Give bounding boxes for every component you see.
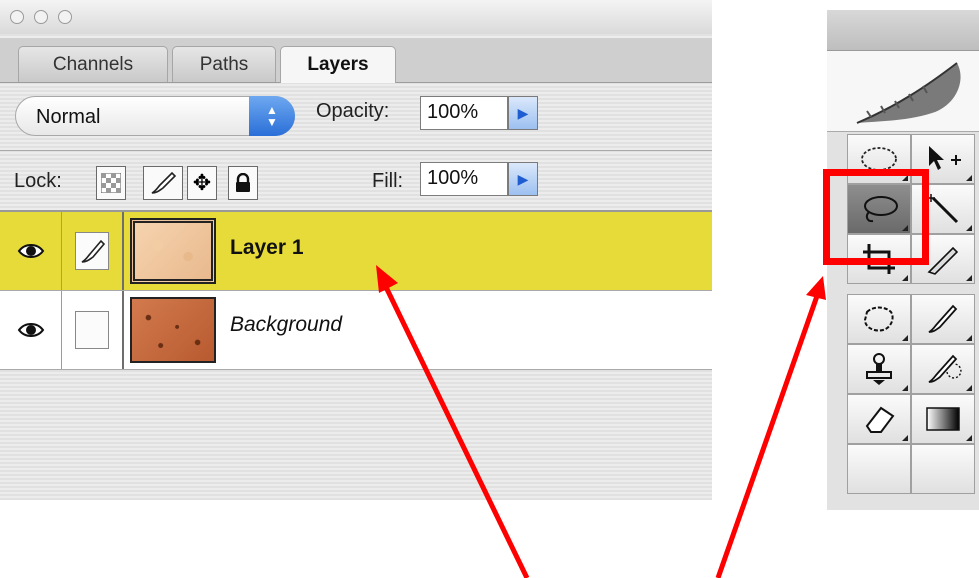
opacity-label: Opacity: <box>316 100 390 122</box>
tab-paths[interactable]: Paths <box>172 46 276 82</box>
move-tool-button[interactable] <box>911 134 975 184</box>
lock-transparent-pixels-button[interactable] <box>96 166 126 200</box>
move-arrow-icon <box>929 146 961 170</box>
toolbox <box>827 10 979 510</box>
layer-visibility-toggle[interactable] <box>0 212 62 290</box>
play-arrow-icon: ▶ <box>517 170 529 187</box>
eye-icon <box>17 323 44 337</box>
magic-wand-tool-button[interactable] <box>911 184 975 234</box>
layer-link-box[interactable] <box>62 291 124 369</box>
toolbox-titlebar <box>827 10 979 51</box>
history-brush-tool-button[interactable] <box>911 344 975 394</box>
gradient-tool-button[interactable] <box>911 394 975 444</box>
divider <box>0 150 712 151</box>
lock-position-button[interactable]: ✥ <box>187 166 217 200</box>
eraser-icon <box>865 406 895 433</box>
clone-stamp-tool-button[interactable] <box>847 344 911 394</box>
divider <box>0 369 712 370</box>
tab-layers[interactable]: Layers <box>280 46 396 83</box>
arrow-head <box>806 276 826 300</box>
padlock-icon <box>236 173 250 192</box>
arrow-to-lasso-tool <box>715 295 820 578</box>
fill-label: Fill: <box>372 170 404 192</box>
slice-knife-icon <box>927 246 959 275</box>
tab-channels[interactable]: Channels <box>18 46 168 82</box>
move-cross-icon: ✥ <box>192 170 212 195</box>
brush-icon <box>151 171 177 194</box>
palette-titlebar <box>0 0 712 34</box>
brush-icon <box>81 239 106 263</box>
layer-thumbnail <box>130 297 216 363</box>
brush-icon <box>928 304 958 333</box>
lasso-icon <box>864 196 898 223</box>
feather-icon <box>856 62 961 124</box>
slice-tool-button[interactable] <box>911 234 975 284</box>
stamp-icon <box>866 353 892 385</box>
eye-icon <box>17 244 44 258</box>
history-brush-icon <box>928 354 962 383</box>
opacity-slider-button[interactable]: ▶ <box>508 96 538 130</box>
eraser-tool-button[interactable] <box>847 394 911 444</box>
layer-thumbnail <box>130 218 216 284</box>
photoshop-feather-logo <box>827 51 979 132</box>
blend-mode-value: Normal <box>36 106 101 128</box>
lasso-tool-button[interactable] <box>847 184 911 234</box>
brush-tool-button[interactable] <box>911 294 975 344</box>
crop-icon <box>863 244 895 274</box>
ellipse-marquee-icon <box>861 147 897 171</box>
opacity-field[interactable]: 100% <box>420 96 508 130</box>
layer-edit-indicator[interactable] <box>62 212 124 290</box>
zoom-button[interactable] <box>58 10 72 24</box>
patch-icon <box>863 306 894 332</box>
layers-palette: Channels Paths Layers Normal ▲ ▼ Opacity:… <box>0 0 712 500</box>
fill-field[interactable]: 100% <box>420 162 508 196</box>
blend-mode-select[interactable]: Normal ▲ ▼ <box>15 96 295 136</box>
crop-tool-button[interactable] <box>847 234 911 284</box>
healing-brush-tool-button[interactable] <box>847 294 911 344</box>
magic-wand-icon <box>927 194 959 224</box>
layer-visibility-toggle[interactable] <box>0 291 62 369</box>
layer-row-layer-1[interactable]: Layer 1 <box>0 212 712 290</box>
lock-image-pixels-button[interactable] <box>143 166 183 200</box>
select-updown-icon: ▲ ▼ <box>249 96 295 136</box>
layer-row-background[interactable]: Background <box>0 291 712 369</box>
checkerboard-icon <box>101 173 121 193</box>
marquee-tool-button[interactable] <box>847 134 911 184</box>
lock-all-button[interactable] <box>228 166 258 200</box>
play-arrow-icon: ▶ <box>517 104 529 121</box>
layer-name: Layer 1 <box>230 236 304 259</box>
dodge-tool-button[interactable] <box>911 444 975 494</box>
blur-tool-button[interactable] <box>847 444 911 494</box>
fill-slider-button[interactable]: ▶ <box>508 162 538 196</box>
palette-tab-bar: Channels Paths Layers <box>0 38 712 83</box>
gradient-icon <box>926 407 960 431</box>
layer-name: Background <box>230 313 343 336</box>
minimize-button[interactable] <box>34 10 48 24</box>
lock-label: Lock: <box>14 170 62 192</box>
close-button[interactable] <box>10 10 24 24</box>
